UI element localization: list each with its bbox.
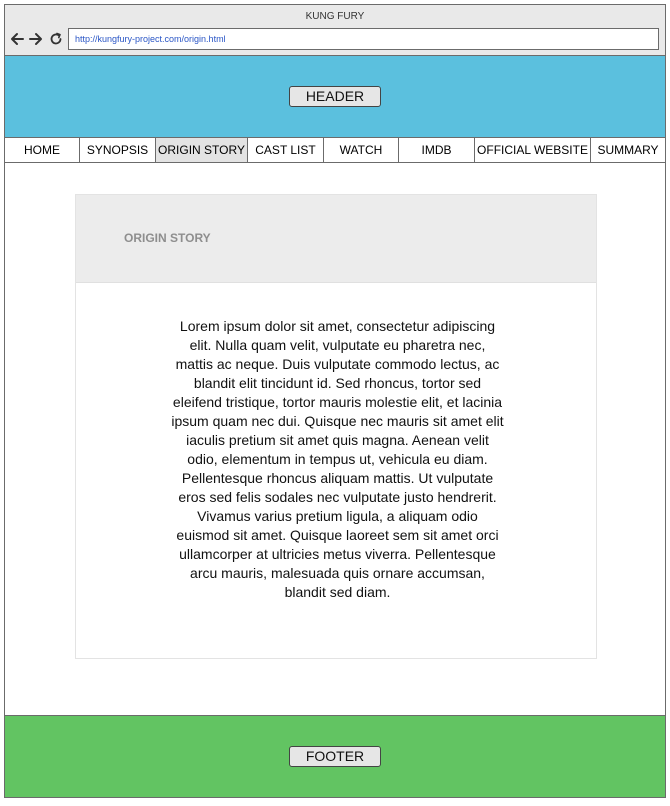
footer-button[interactable]: FOOTER <box>289 746 381 767</box>
address-bar[interactable]: http://kungfury-project.com/origin.html <box>68 28 659 50</box>
nav-item-cast-list[interactable]: CAST LIST <box>248 138 324 162</box>
nav-item-origin-story[interactable]: ORIGIN STORY <box>156 138 248 162</box>
header-section: HEADER <box>5 56 665 138</box>
arrow-left-icon <box>11 33 24 45</box>
forward-button[interactable] <box>28 30 44 48</box>
nav-item-summary[interactable]: SUMMARY <box>591 138 665 162</box>
nav-item-imdb[interactable]: IMDB <box>399 138 475 162</box>
nav-item-official-website[interactable]: OFFICIAL WEBSITE <box>475 138 591 162</box>
browser-toolbar: KUNG FURY http://kungfury-project.com/or… <box>5 5 665 56</box>
nav-item-synopsis[interactable]: SYNOPSIS <box>80 138 156 162</box>
nav-menu: HOME SYNOPSIS ORIGIN STORY CAST LIST WAT… <box>5 138 665 163</box>
card-header: ORIGIN STORY <box>76 195 596 283</box>
nav-item-watch[interactable]: WATCH <box>324 138 399 162</box>
arrow-right-icon <box>29 33 42 45</box>
content-card: ORIGIN STORY Lorem ipsum dolor sit amet,… <box>75 194 597 659</box>
back-button[interactable] <box>9 30 25 48</box>
card-title: ORIGIN STORY <box>124 231 211 245</box>
header-button[interactable]: HEADER <box>289 86 381 107</box>
browser-window: KUNG FURY http://kungfury-project.com/or… <box>4 4 666 798</box>
card-body-text: Lorem ipsum dolor sit amet, consectetur … <box>171 318 504 600</box>
reload-icon <box>50 32 62 45</box>
footer-section: FOOTER <box>5 715 665 797</box>
reload-button[interactable] <box>48 30 64 48</box>
window-title: KUNG FURY <box>305 11 365 22</box>
nav-item-home[interactable]: HOME <box>5 138 80 162</box>
